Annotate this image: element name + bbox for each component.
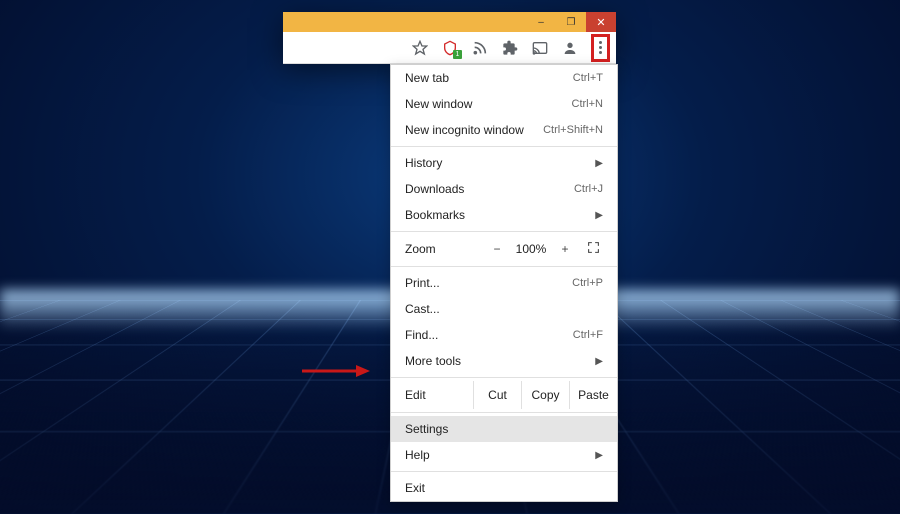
profile-icon[interactable] <box>561 39 579 57</box>
menu-more-tools[interactable]: More tools ▶ <box>391 348 617 374</box>
titlebar: – ❐ ✕ <box>283 12 616 32</box>
extensions-icon[interactable] <box>501 39 519 57</box>
chevron-right-icon: ▶ <box>595 356 603 367</box>
menu-separator <box>391 231 617 232</box>
chevron-right-icon: ▶ <box>595 210 603 221</box>
menu-separator <box>391 412 617 413</box>
maximize-button[interactable]: ❐ <box>556 12 586 32</box>
edit-label: Edit <box>391 381 473 409</box>
menu-print[interactable]: Print... Ctrl+P <box>391 270 617 296</box>
menu-cast[interactable]: Cast... <box>391 296 617 322</box>
menu-button-highlight <box>591 34 610 62</box>
menu-downloads[interactable]: Downloads Ctrl+J <box>391 176 617 202</box>
zoom-label: Zoom <box>405 242 483 256</box>
menu-find[interactable]: Find... Ctrl+F <box>391 322 617 348</box>
browser-window: – ❐ ✕ 1 New tab <box>283 12 616 64</box>
menu-separator <box>391 146 617 147</box>
copy-button[interactable]: Copy <box>521 381 569 409</box>
menu-settings[interactable]: Settings <box>391 416 617 442</box>
menu-help[interactable]: Help ▶ <box>391 442 617 468</box>
menu-zoom: Zoom − 100% + <box>391 235 617 263</box>
menu-new-incognito[interactable]: New incognito window Ctrl+Shift+N <box>391 117 617 143</box>
zoom-value: 100% <box>511 242 551 256</box>
bookmark-star-icon[interactable] <box>411 39 429 57</box>
browser-toolbar: 1 <box>283 32 616 64</box>
zoom-in-button[interactable]: + <box>551 242 579 256</box>
menu-separator <box>391 377 617 378</box>
menu-separator <box>391 471 617 472</box>
chevron-right-icon: ▶ <box>595 450 603 461</box>
menu-history[interactable]: History ▶ <box>391 150 617 176</box>
cut-button[interactable]: Cut <box>473 381 521 409</box>
menu-new-tab[interactable]: New tab Ctrl+T <box>391 65 617 91</box>
minimize-button[interactable]: – <box>526 12 556 32</box>
close-button[interactable]: ✕ <box>586 12 616 32</box>
menu-bookmarks[interactable]: Bookmarks ▶ <box>391 202 617 228</box>
rss-icon[interactable] <box>471 39 489 57</box>
shield-badge: 1 <box>453 50 462 59</box>
chevron-right-icon: ▶ <box>595 158 603 169</box>
menu-new-window[interactable]: New window Ctrl+N <box>391 91 617 117</box>
shield-icon[interactable]: 1 <box>441 39 459 57</box>
zoom-out-button[interactable]: − <box>483 242 511 256</box>
fullscreen-button[interactable] <box>579 241 607 257</box>
paste-button[interactable]: Paste <box>569 381 617 409</box>
menu-exit[interactable]: Exit <box>391 475 617 501</box>
menu-separator <box>391 266 617 267</box>
main-menu: New tab Ctrl+T New window Ctrl+N New inc… <box>390 64 618 502</box>
menu-edit-row: Edit Cut Copy Paste <box>391 381 617 409</box>
cast-icon[interactable] <box>531 39 549 57</box>
kebab-menu-icon[interactable] <box>599 41 602 54</box>
